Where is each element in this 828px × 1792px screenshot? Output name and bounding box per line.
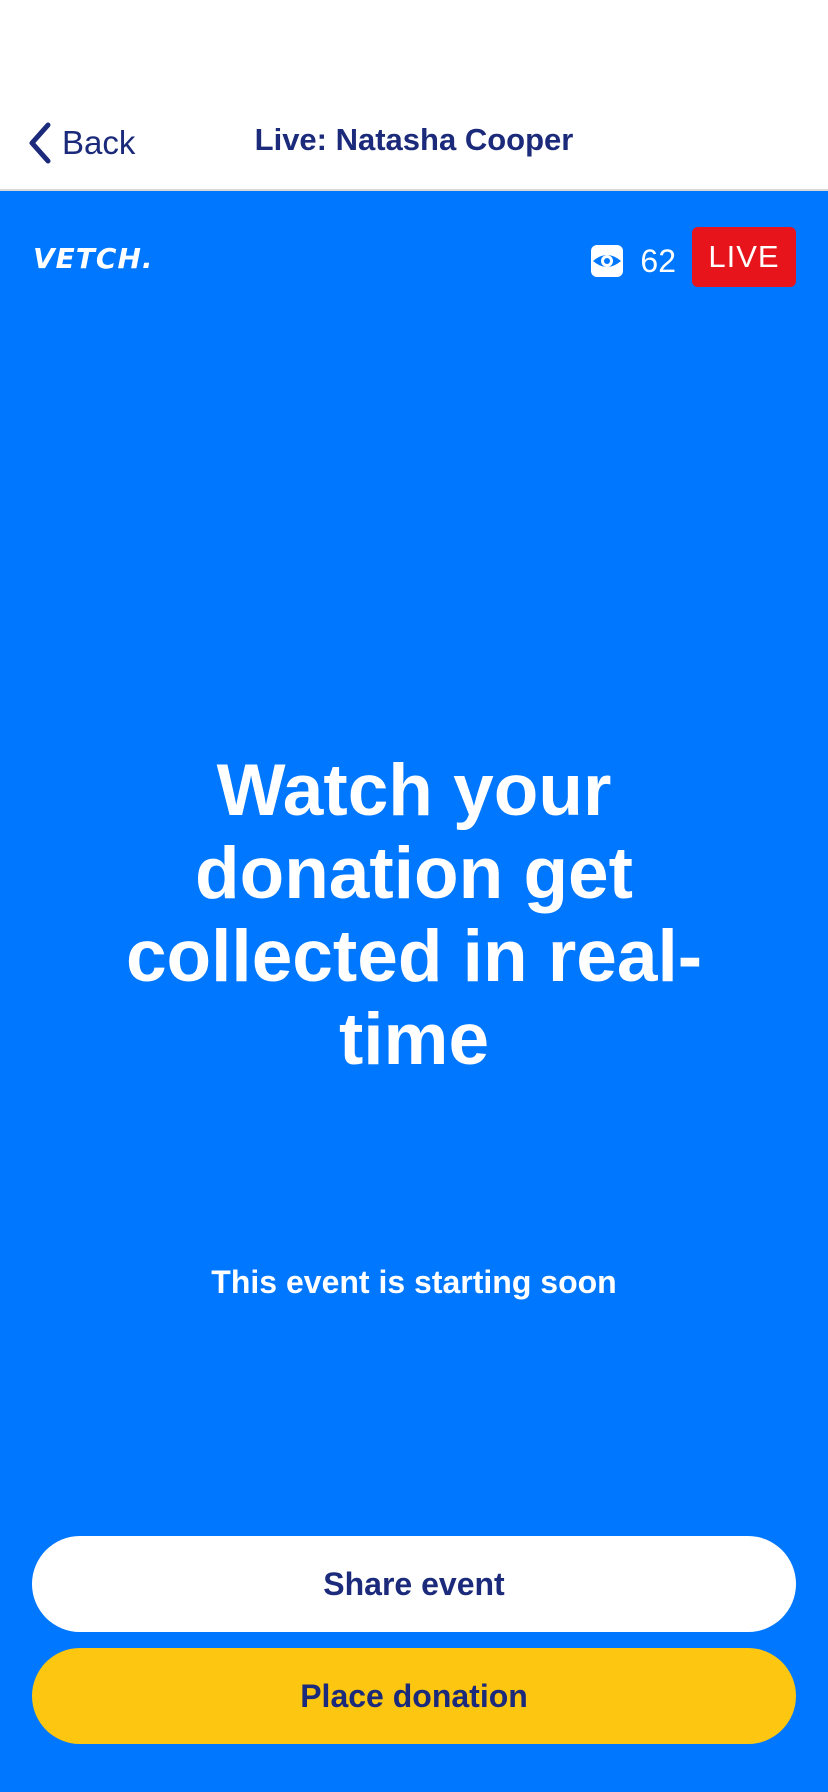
headline: Watch your donation get collected in rea… <box>125 750 703 1080</box>
navigation-bar: Back Live: Natasha Cooper <box>0 0 828 191</box>
vetch-logo: VETCH. <box>33 242 154 275</box>
viewer-count: 62 <box>640 242 676 279</box>
live-badge: LIVE <box>692 227 796 287</box>
eye-icon <box>590 244 624 278</box>
page-title: Live: Natasha Cooper <box>254 122 574 157</box>
event-stage: VETCH. 62 LIVE Watch your donation get c… <box>0 191 828 1792</box>
live-event-screen: Back Live: Natasha Cooper VETCH. 62 LIVE… <box>0 0 828 1792</box>
place-donation-button[interactable]: Place donation <box>32 1648 796 1744</box>
viewer-counter: 62 <box>590 239 676 283</box>
event-status-text: This event is starting soon <box>211 1264 617 1300</box>
share-event-button[interactable]: Share event <box>32 1536 796 1632</box>
